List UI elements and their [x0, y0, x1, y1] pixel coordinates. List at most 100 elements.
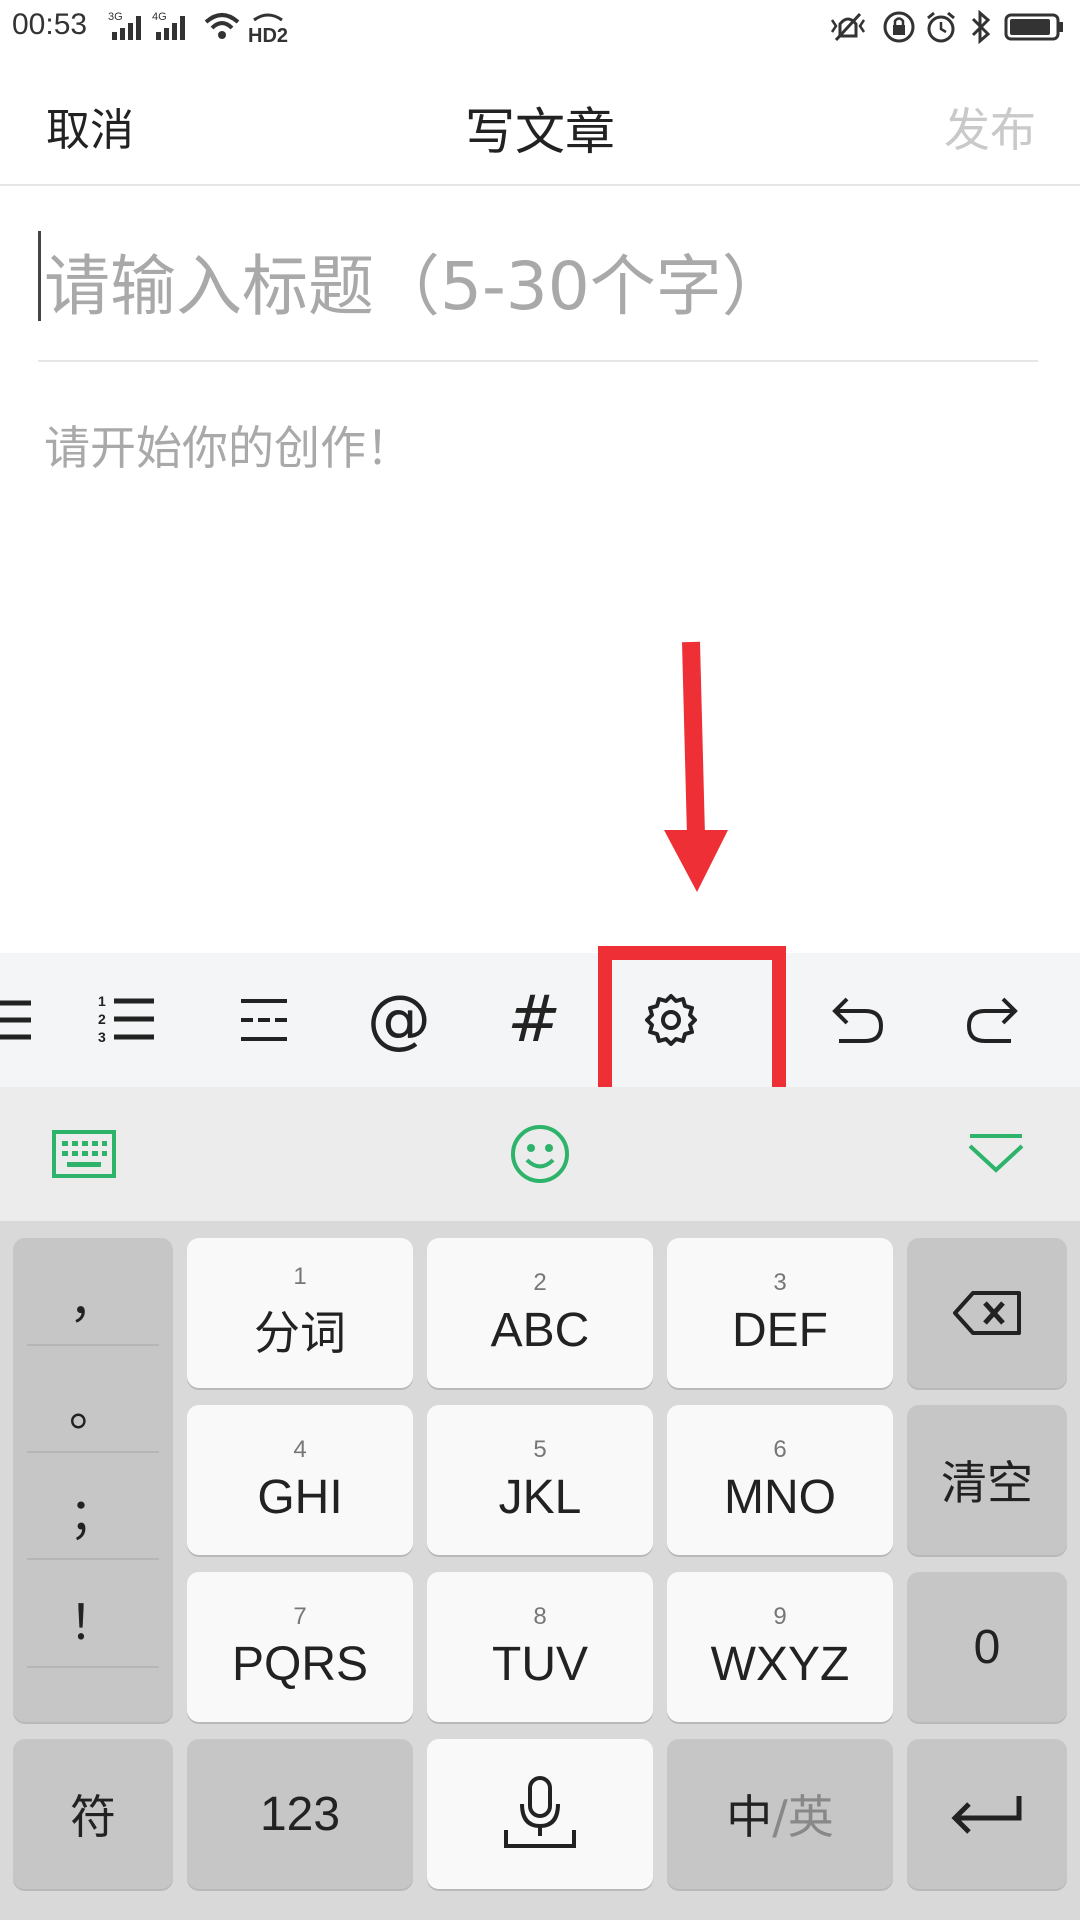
wifi-icon	[204, 13, 240, 39]
svg-text:2: 2	[98, 1011, 106, 1027]
key-number: 6	[773, 1435, 787, 1463]
numbers-label: 123	[259, 1787, 341, 1841]
hashtag-icon: #	[507, 983, 561, 1057]
lang-chinese-label: 中	[726, 1790, 773, 1844]
key-7[interactable]: 7 PQRS	[187, 1572, 413, 1722]
key-letters: GHI	[257, 1470, 343, 1524]
vibrate-icon	[830, 12, 866, 42]
bullet-list-button[interactable]	[0, 953, 60, 1087]
keyboard-icon	[52, 1130, 116, 1178]
key-number: 3	[773, 1268, 787, 1296]
alarm-icon	[927, 11, 955, 43]
annotation-arrow-icon	[664, 641, 728, 892]
key-number: 1	[293, 1263, 307, 1290]
key-letters: MNO	[724, 1470, 836, 1524]
mention-button[interactable]: @	[344, 953, 454, 1087]
key-letters: DEF	[732, 1303, 828, 1357]
collapse-keyboard-button[interactable]	[946, 1087, 1046, 1221]
microphone-icon	[504, 1776, 576, 1848]
punct-period-key[interactable]: 。	[13, 1351, 173, 1457]
status-time: 00:53	[12, 8, 88, 41]
clear-label: 清空	[941, 1456, 1033, 1510]
key-5[interactable]: 5 JKL	[427, 1405, 653, 1555]
battery-icon	[1004, 13, 1063, 41]
hd2-label: HD2	[248, 25, 288, 44]
mention-icon: @	[367, 983, 431, 1057]
emoji-button[interactable]	[490, 1087, 590, 1221]
undo-button[interactable]	[802, 953, 912, 1087]
lang-english-label: 英	[787, 1790, 834, 1844]
key-letters: JKL	[498, 1470, 582, 1524]
key-letters: ABC	[490, 1303, 590, 1357]
redo-icon	[966, 997, 1018, 1043]
key-9[interactable]: 9 WXYZ	[667, 1572, 893, 1722]
network-3g-label: 3G	[108, 11, 123, 23]
key-6[interactable]: 6 MNO	[667, 1405, 893, 1555]
bluetooth-icon	[971, 10, 991, 44]
body-input[interactable]: 请开始你的创作！	[44, 412, 412, 478]
punct-comma-key[interactable]: ，	[13, 1243, 173, 1349]
svg-text:1: 1	[98, 993, 106, 1009]
language-label: 中/英	[726, 1781, 834, 1847]
zero-label: 0	[973, 1620, 1001, 1674]
signal-3g-icon: 3G	[108, 11, 141, 40]
numbers-key[interactable]: 123	[187, 1739, 413, 1889]
numbered-list-icon: 1 2 3	[98, 993, 154, 1045]
punct-divider	[27, 1451, 159, 1453]
annotation-highlight-box	[598, 946, 786, 1104]
hd2-icon: HD2	[248, 13, 288, 44]
voice-input-key[interactable]	[427, 1739, 653, 1889]
key-0[interactable]: 0	[907, 1572, 1067, 1722]
key-8[interactable]: 8 TUV	[427, 1572, 653, 1722]
key-letters: 分词	[254, 1306, 346, 1360]
page-title: 写文章	[465, 103, 615, 161]
header: 取消 写文章 发布	[0, 56, 1080, 186]
t9-keyboard: ， 。 ； ！ 1 分词 2 ABC 3 DEF 4 GHI 5 JKL 6 M…	[0, 1221, 1080, 1920]
publish-button[interactable]: 发布	[944, 94, 1036, 160]
key-number: 9	[773, 1602, 787, 1630]
punct-divider	[27, 1558, 159, 1560]
key-letters: PQRS	[231, 1637, 369, 1691]
symbol-label: 符	[70, 1790, 116, 1844]
backspace-key[interactable]	[907, 1238, 1067, 1388]
clear-key[interactable]: 清空	[907, 1405, 1067, 1555]
symbol-key[interactable]: 符	[13, 1739, 173, 1889]
key-letters: WXYZ	[710, 1637, 850, 1691]
punctuation-column[interactable]: ， 。 ； ！	[13, 1238, 173, 1722]
title-input[interactable]: 请输入标题（5-30个字）	[38, 225, 1038, 362]
numbered-list-button[interactable]: 1 2 3	[73, 953, 183, 1087]
key-1[interactable]: 1 分词	[187, 1238, 413, 1388]
enter-key[interactable]	[907, 1739, 1067, 1889]
key-letters: TUV	[492, 1637, 588, 1691]
key-number: 7	[293, 1602, 307, 1630]
hashtag-button[interactable]: #	[479, 953, 589, 1087]
signal-4g-icon: 4G	[152, 11, 185, 40]
divider-icon	[241, 999, 287, 1041]
ime-top-bar	[0, 1087, 1080, 1221]
punct-divider	[27, 1666, 159, 1668]
editor-toolbar: 1 2 3 @ #	[0, 953, 1080, 1087]
text-cursor	[38, 231, 41, 321]
key-2[interactable]: 2 ABC	[427, 1238, 653, 1388]
redo-button[interactable]	[938, 953, 1048, 1087]
enter-icon	[951, 1796, 1022, 1834]
key-number: 5	[533, 1435, 547, 1463]
undo-icon	[832, 997, 884, 1043]
keyboard-switch-button[interactable]	[34, 1087, 134, 1221]
svg-text:3: 3	[98, 1029, 106, 1045]
emoji-icon	[511, 1125, 569, 1183]
status-bar: 00:53 3G 4G HD2	[0, 0, 1080, 56]
key-number: 2	[533, 1268, 547, 1296]
backspace-icon	[953, 1291, 1021, 1335]
punct-semicolon-key[interactable]: ；	[13, 1458, 173, 1564]
punct-divider	[27, 1344, 159, 1346]
key-4[interactable]: 4 GHI	[187, 1405, 413, 1555]
collapse-keyboard-icon	[968, 1134, 1024, 1173]
key-number: 8	[533, 1602, 547, 1630]
lang-separator: /	[772, 1790, 788, 1844]
key-number: 4	[293, 1435, 307, 1463]
language-switch-key[interactable]: 中/英	[667, 1739, 893, 1889]
punct-exclaim-key[interactable]: ！	[13, 1565, 173, 1671]
key-3[interactable]: 3 DEF	[667, 1238, 893, 1388]
divider-button[interactable]	[209, 953, 319, 1087]
